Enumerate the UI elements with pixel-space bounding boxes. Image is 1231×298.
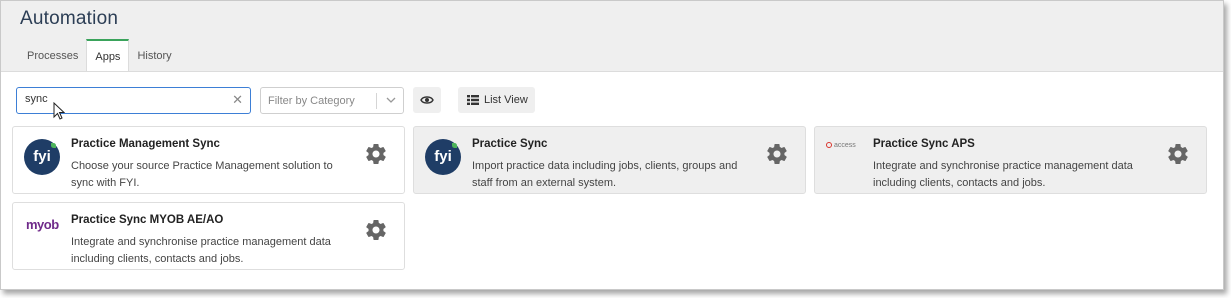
category-filter-select[interactable]: Filter by Category — [260, 87, 404, 114]
tab-apps[interactable]: Apps — [86, 39, 130, 71]
list-icon — [467, 95, 479, 105]
fyi-logo: fyi — [24, 139, 60, 175]
access-logo: access — [826, 142, 856, 149]
app-window: Automation Processes Apps History ✕ Filt… — [0, 0, 1224, 290]
page-title: Automation — [20, 8, 119, 29]
gear-icon[interactable] — [765, 142, 789, 166]
app-card-practice-sync-aps[interactable]: access Practice Sync APS Integrate and s… — [814, 126, 1207, 194]
filter-divider — [376, 93, 377, 109]
app-card-title: Practice Sync MYOB AE/AO — [71, 214, 224, 226]
app-card-title: Practice Sync APS — [873, 138, 975, 150]
app-card-description: Import practice data including jobs, cli… — [472, 160, 738, 189]
list-view-button[interactable]: List View — [458, 87, 535, 113]
tab-processes[interactable]: Processes — [19, 41, 86, 71]
tab-bar: Processes Apps History — [19, 39, 180, 71]
eye-icon — [420, 96, 434, 104]
tab-history[interactable]: History — [129, 41, 179, 71]
gear-icon[interactable] — [364, 218, 388, 242]
fyi-logo: fyi — [425, 139, 461, 175]
gear-icon[interactable] — [1166, 142, 1190, 166]
page-header: Automation Processes Apps History — [1, 1, 1223, 72]
app-card-description: Integrate and synchronise practice manag… — [873, 160, 1133, 189]
app-card-practice-sync[interactable]: fyi Practice Sync Import practice data i… — [413, 126, 806, 194]
gear-icon[interactable] — [364, 142, 388, 166]
app-card-practice-sync-myob[interactable]: myob Practice Sync MYOB AE/AO Integrate … — [12, 202, 405, 270]
app-card-description: Choose your source Practice Management s… — [71, 160, 333, 189]
chevron-down-icon[interactable] — [384, 92, 398, 108]
myob-logo: myob — [26, 217, 59, 232]
clear-search-icon[interactable]: ✕ — [232, 92, 243, 108]
app-card-description: Integrate and synchronise practice manag… — [71, 236, 331, 265]
search-box[interactable]: ✕ — [16, 87, 251, 120]
app-card-title: Practice Management Sync — [71, 138, 220, 150]
app-card-title: Practice Sync — [472, 138, 548, 150]
mouse-cursor-icon — [53, 102, 65, 120]
toggle-visibility-button[interactable] — [413, 87, 441, 113]
list-view-label: List View — [484, 94, 528, 106]
app-card-practice-management-sync[interactable]: fyi Practice Management Sync Choose your… — [12, 126, 405, 194]
category-filter-placeholder: Filter by Category — [268, 95, 355, 107]
